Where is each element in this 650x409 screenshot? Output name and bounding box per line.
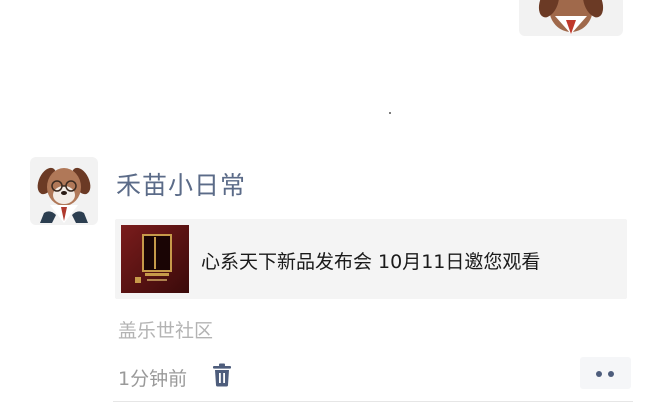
previous-post-avatar[interactable] [519,0,623,36]
more-dots-icon [608,371,614,377]
shared-link-card[interactable]: 心系天下新品发布会 10月11日邀您观看 [115,219,627,299]
shared-link-title: 心系天下新品发布会 10月11日邀您观看 [201,251,541,273]
dog-avatar-icon [37,167,91,223]
link-thumbnail [121,225,189,293]
more-actions-button[interactable] [580,357,631,389]
trash-icon [213,363,231,387]
separator-dot [389,112,391,114]
delete-button[interactable] [211,363,233,387]
more-dots-icon [596,371,602,377]
post-location[interactable]: 盖乐世社区 [118,316,213,343]
author-avatar[interactable] [30,157,98,225]
author-name[interactable]: 禾苗小日常 [116,166,246,202]
moments-feed: 禾苗小日常 心系天下新品发布会 10月11日邀您观看 盖乐世社区 1分钟前 [0,0,650,409]
event-poster-image [121,225,189,293]
post-divider [113,401,633,402]
dog-avatar-icon [538,0,604,34]
post-time: 1分钟前 [118,368,188,390]
